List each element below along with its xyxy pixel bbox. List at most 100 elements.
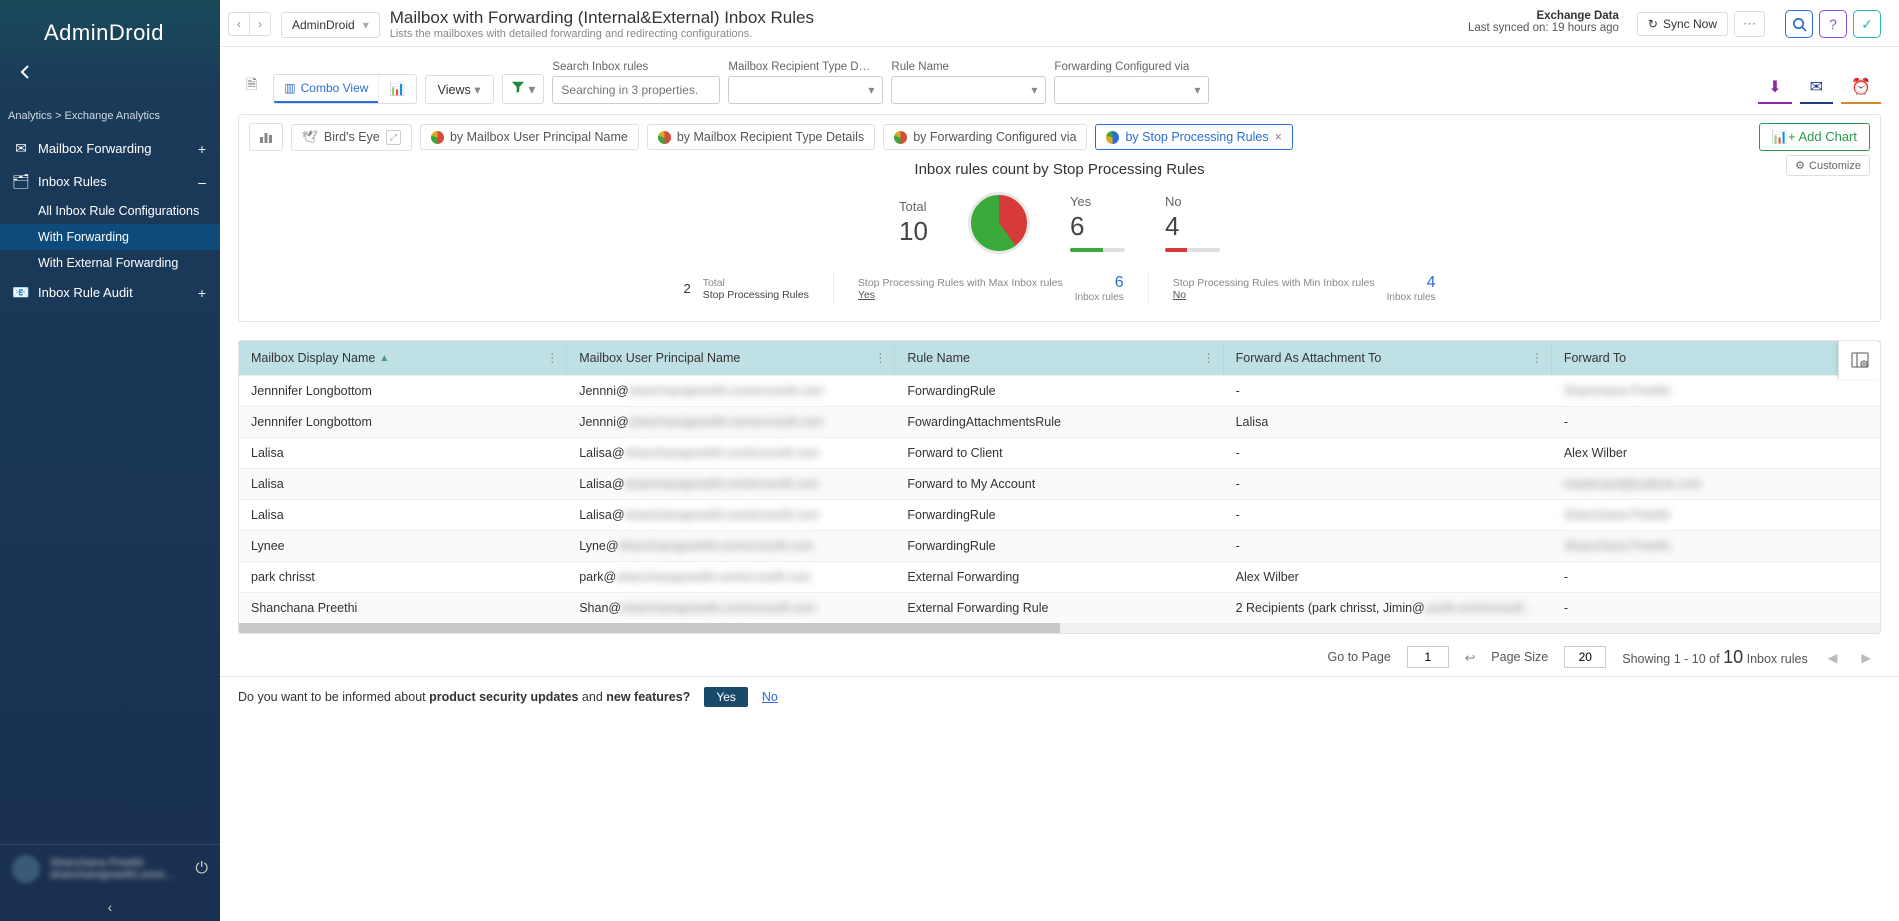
- cell: Lalisa: [1224, 407, 1552, 437]
- check-icon[interactable]: ✓: [1853, 10, 1881, 38]
- tab-by-upn[interactable]: by Mailbox User Principal Name: [420, 124, 639, 150]
- stat-card-min: Stop Processing Rules with Min Inbox rul…: [1149, 272, 1460, 305]
- cell: -: [1224, 500, 1552, 530]
- nav-icon: ✉: [12, 140, 30, 157]
- search-icon[interactable]: [1785, 10, 1813, 38]
- cell: Lalisa@shanchanapreethi.onmicrosoft.com: [567, 438, 895, 468]
- cell: -: [1224, 531, 1552, 561]
- table-row[interactable]: LalisaLalisa@shanchanapreethi.onmicrosof…: [239, 468, 1880, 499]
- scroll-thumb[interactable]: [239, 623, 1060, 633]
- horizontal-scrollbar[interactable]: [239, 623, 1880, 633]
- tab-birds-eye[interactable]: 🕊 Bird's Eye ⤢: [291, 124, 412, 151]
- column-menu-icon[interactable]: ⋮: [546, 351, 558, 365]
- sync-now-button[interactable]: ↻ Sync Now: [1637, 12, 1728, 36]
- sidebar-item[interactable]: ✉Mailbox Forwarding+: [0, 132, 220, 165]
- chart-no-label: No: [1165, 194, 1220, 209]
- table-column-header[interactable]: Forward As Attachment To⋮: [1224, 341, 1552, 375]
- customize-button[interactable]: ⚙ Customize: [1786, 155, 1870, 176]
- views-dropdown[interactable]: Views ▾: [425, 75, 494, 104]
- nav-label: Inbox Rules: [38, 174, 107, 189]
- pie-chart-icon: [1106, 131, 1119, 144]
- goto-page-label: Go to Page: [1328, 650, 1391, 664]
- help-icon[interactable]: ?: [1819, 10, 1847, 38]
- newsletter-yes-button[interactable]: Yes: [704, 687, 748, 707]
- next-page-button[interactable]: ▶: [1857, 650, 1875, 665]
- chart-view-toggle[interactable]: 📊: [378, 75, 415, 103]
- chart-bar-icon-button[interactable]: [249, 123, 283, 151]
- user-avatar[interactable]: [12, 855, 40, 883]
- sidebar-collapse-button[interactable]: ‹: [0, 893, 220, 921]
- table-row[interactable]: LyneeLyne@shanchanapreethi.onmicrosoft.c…: [239, 530, 1880, 561]
- nav-icon: 🗂: [12, 173, 30, 190]
- page-size-input[interactable]: [1564, 646, 1606, 668]
- cell: Lynee: [239, 531, 567, 561]
- sidebar-sub-item[interactable]: With External Forwarding: [0, 250, 220, 276]
- sync-icon: ↻: [1648, 17, 1658, 31]
- cell: Forward to Client: [895, 438, 1223, 468]
- pie-chart-icon: [894, 131, 907, 144]
- table-column-header[interactable]: Rule Name⋮: [895, 341, 1223, 375]
- history-back-button[interactable]: ‹: [229, 13, 250, 35]
- history-nav: ‹ ›: [228, 12, 271, 36]
- breadcrumb-pill[interactable]: AdminDroid ▾: [281, 12, 380, 38]
- cell: Shanchana Preethi: [239, 593, 567, 623]
- tab-by-recipient-type[interactable]: by Mailbox Recipient Type Details: [647, 124, 875, 150]
- column-menu-icon[interactable]: ⋮: [1203, 351, 1215, 365]
- filter1-select[interactable]: ▾: [728, 76, 883, 104]
- doc-icon-button[interactable]: 🗎: [238, 68, 265, 104]
- history-forward-button[interactable]: ›: [250, 13, 270, 35]
- expand-icon[interactable]: +: [198, 141, 206, 157]
- table-column-header[interactable]: Forward To⋮: [1552, 341, 1880, 375]
- goto-page-input[interactable]: [1407, 646, 1449, 668]
- expand-icon[interactable]: +: [198, 285, 206, 301]
- sidebar-sub-item[interactable]: All Inbox Rule Configurations: [0, 198, 220, 224]
- close-tab-icon[interactable]: ×: [1275, 130, 1282, 144]
- add-chart-button[interactable]: 📊+ Add Chart: [1759, 123, 1870, 151]
- email-button[interactable]: ✉: [1800, 72, 1833, 104]
- goto-enter-icon[interactable]: ↩: [1465, 650, 1475, 665]
- table-header-row: Mailbox Display Name▲⋮Mailbox User Princ…: [239, 341, 1880, 375]
- download-button[interactable]: ⬇: [1758, 72, 1791, 104]
- schedule-button[interactable]: ⏰: [1841, 72, 1881, 104]
- table-row[interactable]: Shanchana PreethiShan@shanchanapreethi.o…: [239, 592, 1880, 623]
- table-column-header[interactable]: Mailbox User Principal Name⋮: [567, 341, 895, 375]
- chart-yes-label: Yes: [1070, 194, 1125, 209]
- column-toggle-button[interactable]: [1838, 341, 1880, 379]
- table-row[interactable]: park chrisstpark@shanchanapreethi.onmicr…: [239, 561, 1880, 592]
- table-row[interactable]: LalisaLalisa@shanchanapreethi.onmicrosof…: [239, 499, 1880, 530]
- showing-text: Showing 1 - 10 of 10 Inbox rules: [1622, 647, 1807, 668]
- filter-button[interactable]: ▾: [502, 74, 545, 104]
- table-row[interactable]: LalisaLalisa@shanchanapreethi.onmicrosof…: [239, 437, 1880, 468]
- back-button[interactable]: [16, 62, 36, 88]
- search-input[interactable]: [552, 76, 720, 104]
- power-button[interactable]: ⏻: [195, 860, 208, 878]
- table-row[interactable]: Jennnifer LongbottomJennni@shanchanapree…: [239, 375, 1880, 406]
- newsletter-no-link[interactable]: No: [762, 690, 778, 704]
- nav-label: Inbox Rule Audit: [38, 285, 133, 300]
- sidebar-item[interactable]: 🗂 Inbox Rules –: [0, 165, 220, 198]
- pie-chart-icon: [431, 131, 444, 144]
- tab-by-fwd-via[interactable]: by Forwarding Configured via: [883, 124, 1087, 150]
- tab-by-stop-processing[interactable]: by Stop Processing Rules ×: [1095, 124, 1292, 150]
- expand-icon[interactable]: –: [198, 174, 206, 190]
- chart-no-value: 4: [1165, 211, 1220, 242]
- filter3-select[interactable]: ▾: [1054, 76, 1209, 104]
- sidebar-sub-item[interactable]: With Forwarding: [0, 224, 220, 250]
- cell: -: [1224, 438, 1552, 468]
- column-menu-icon[interactable]: ⋮: [1531, 351, 1543, 365]
- filter2-select[interactable]: ▾: [891, 76, 1046, 104]
- cell: ForwardingRule: [895, 376, 1223, 406]
- column-menu-icon[interactable]: ⋮: [874, 351, 886, 365]
- cell: Shan@shanchanapreethi.onmicrosoft.com: [567, 593, 895, 623]
- page-size-label: Page Size: [1491, 650, 1548, 664]
- table-row[interactable]: Jennnifer LongbottomJennni@shanchanapree…: [239, 406, 1880, 437]
- more-button[interactable]: ⋯: [1734, 11, 1765, 37]
- chevron-down-icon: ▾: [363, 18, 369, 32]
- table-column-header[interactable]: Mailbox Display Name▲⋮: [239, 341, 567, 375]
- expand-icon[interactable]: ⤢: [386, 130, 401, 145]
- sidebar-item[interactable]: 📧Inbox Rule Audit+: [0, 276, 220, 309]
- cell: -: [1552, 407, 1880, 437]
- combo-view-button[interactable]: ▥ Combo View: [274, 75, 378, 103]
- prev-page-button[interactable]: ◀: [1824, 650, 1842, 665]
- cell: Forward to My Account: [895, 469, 1223, 499]
